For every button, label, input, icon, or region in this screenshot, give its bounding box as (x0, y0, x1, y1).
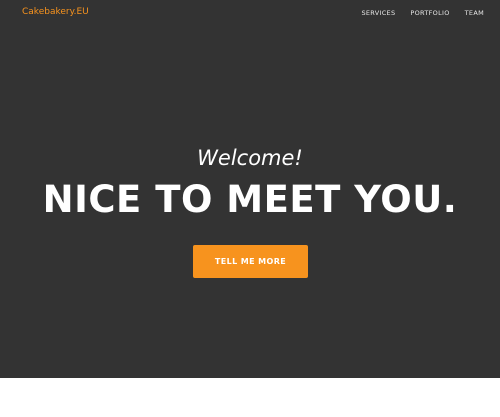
hero-subheading: Welcome! (197, 146, 303, 170)
brand-logo-link[interactable]: Cakebakery.EU (22, 7, 89, 17)
hero-section: Cakebakery.EU SERVICES PORTFOLIO TEAM We… (0, 0, 500, 378)
nav-link-portfolio[interactable]: PORTFOLIO (410, 9, 449, 17)
nav-links: SERVICES PORTFOLIO TEAM (361, 9, 484, 17)
nav-link-services[interactable]: SERVICES (361, 9, 395, 17)
nav-link-team[interactable]: TEAM (465, 9, 484, 17)
tell-me-more-button[interactable]: TELL ME MORE (193, 245, 308, 278)
hero-heading: NICE TO MEET YOU. (42, 178, 458, 221)
navbar: Cakebakery.EU SERVICES PORTFOLIO TEAM (0, 0, 500, 28)
